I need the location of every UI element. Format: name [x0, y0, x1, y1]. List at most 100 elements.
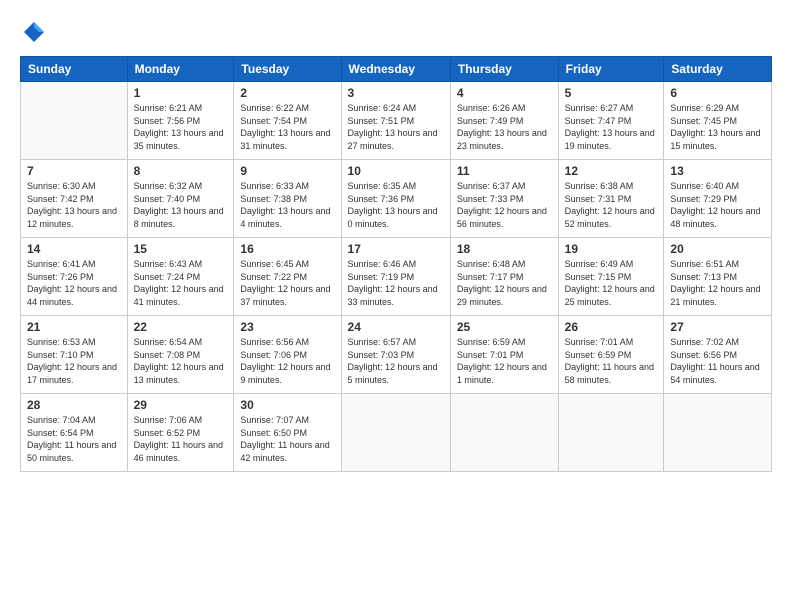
calendar-cell: 27 Sunrise: 7:02 AM Sunset: 6:56 PM Dayl…	[664, 316, 772, 394]
day-number: 6	[670, 86, 765, 100]
day-info: Sunrise: 6:51 AM Sunset: 7:13 PM Dayligh…	[670, 258, 765, 308]
calendar-cell: 5 Sunrise: 6:27 AM Sunset: 7:47 PM Dayli…	[558, 82, 664, 160]
day-number: 11	[457, 164, 552, 178]
day-info: Sunrise: 6:40 AM Sunset: 7:29 PM Dayligh…	[670, 180, 765, 230]
calendar-cell: 23 Sunrise: 6:56 AM Sunset: 7:06 PM Dayl…	[234, 316, 341, 394]
day-number: 7	[27, 164, 121, 178]
calendar-cell: 3 Sunrise: 6:24 AM Sunset: 7:51 PM Dayli…	[341, 82, 450, 160]
calendar-cell: 7 Sunrise: 6:30 AM Sunset: 7:42 PM Dayli…	[21, 160, 128, 238]
calendar-cell: 29 Sunrise: 7:06 AM Sunset: 6:52 PM Dayl…	[127, 394, 234, 472]
weekday-header-sunday: Sunday	[21, 57, 128, 82]
weekday-header-tuesday: Tuesday	[234, 57, 341, 82]
day-number: 8	[134, 164, 228, 178]
weekday-header-row: SundayMondayTuesdayWednesdayThursdayFrid…	[21, 57, 772, 82]
calendar-cell: 11 Sunrise: 6:37 AM Sunset: 7:33 PM Dayl…	[450, 160, 558, 238]
calendar-cell	[21, 82, 128, 160]
week-row-2: 7 Sunrise: 6:30 AM Sunset: 7:42 PM Dayli…	[21, 160, 772, 238]
day-number: 5	[565, 86, 658, 100]
calendar-cell	[450, 394, 558, 472]
day-number: 14	[27, 242, 121, 256]
day-info: Sunrise: 6:30 AM Sunset: 7:42 PM Dayligh…	[27, 180, 121, 230]
day-number: 10	[348, 164, 444, 178]
day-info: Sunrise: 6:29 AM Sunset: 7:45 PM Dayligh…	[670, 102, 765, 152]
calendar-cell: 19 Sunrise: 6:49 AM Sunset: 7:15 PM Dayl…	[558, 238, 664, 316]
day-number: 22	[134, 320, 228, 334]
day-info: Sunrise: 6:43 AM Sunset: 7:24 PM Dayligh…	[134, 258, 228, 308]
day-info: Sunrise: 6:54 AM Sunset: 7:08 PM Dayligh…	[134, 336, 228, 386]
calendar-cell: 21 Sunrise: 6:53 AM Sunset: 7:10 PM Dayl…	[21, 316, 128, 394]
day-number: 15	[134, 242, 228, 256]
calendar-cell: 9 Sunrise: 6:33 AM Sunset: 7:38 PM Dayli…	[234, 160, 341, 238]
day-info: Sunrise: 7:06 AM Sunset: 6:52 PM Dayligh…	[134, 414, 228, 464]
calendar-cell: 30 Sunrise: 7:07 AM Sunset: 6:50 PM Dayl…	[234, 394, 341, 472]
calendar-cell: 26 Sunrise: 7:01 AM Sunset: 6:59 PM Dayl…	[558, 316, 664, 394]
calendar-cell	[341, 394, 450, 472]
day-number: 2	[240, 86, 334, 100]
day-info: Sunrise: 6:32 AM Sunset: 7:40 PM Dayligh…	[134, 180, 228, 230]
calendar-cell: 17 Sunrise: 6:46 AM Sunset: 7:19 PM Dayl…	[341, 238, 450, 316]
day-number: 28	[27, 398, 121, 412]
day-number: 29	[134, 398, 228, 412]
day-number: 12	[565, 164, 658, 178]
day-info: Sunrise: 6:53 AM Sunset: 7:10 PM Dayligh…	[27, 336, 121, 386]
day-info: Sunrise: 7:04 AM Sunset: 6:54 PM Dayligh…	[27, 414, 121, 464]
weekday-header-saturday: Saturday	[664, 57, 772, 82]
week-row-4: 21 Sunrise: 6:53 AM Sunset: 7:10 PM Dayl…	[21, 316, 772, 394]
calendar-cell: 25 Sunrise: 6:59 AM Sunset: 7:01 PM Dayl…	[450, 316, 558, 394]
calendar-cell: 12 Sunrise: 6:38 AM Sunset: 7:31 PM Dayl…	[558, 160, 664, 238]
week-row-5: 28 Sunrise: 7:04 AM Sunset: 6:54 PM Dayl…	[21, 394, 772, 472]
day-info: Sunrise: 6:24 AM Sunset: 7:51 PM Dayligh…	[348, 102, 444, 152]
calendar-cell: 10 Sunrise: 6:35 AM Sunset: 7:36 PM Dayl…	[341, 160, 450, 238]
day-info: Sunrise: 6:21 AM Sunset: 7:56 PM Dayligh…	[134, 102, 228, 152]
day-info: Sunrise: 6:56 AM Sunset: 7:06 PM Dayligh…	[240, 336, 334, 386]
calendar-cell: 6 Sunrise: 6:29 AM Sunset: 7:45 PM Dayli…	[664, 82, 772, 160]
header	[20, 18, 772, 46]
day-info: Sunrise: 6:41 AM Sunset: 7:26 PM Dayligh…	[27, 258, 121, 308]
day-number: 23	[240, 320, 334, 334]
calendar-cell: 2 Sunrise: 6:22 AM Sunset: 7:54 PM Dayli…	[234, 82, 341, 160]
weekday-header-wednesday: Wednesday	[341, 57, 450, 82]
day-number: 21	[27, 320, 121, 334]
calendar-cell: 14 Sunrise: 6:41 AM Sunset: 7:26 PM Dayl…	[21, 238, 128, 316]
day-info: Sunrise: 6:45 AM Sunset: 7:22 PM Dayligh…	[240, 258, 334, 308]
day-info: Sunrise: 7:02 AM Sunset: 6:56 PM Dayligh…	[670, 336, 765, 386]
calendar-cell: 20 Sunrise: 6:51 AM Sunset: 7:13 PM Dayl…	[664, 238, 772, 316]
day-number: 27	[670, 320, 765, 334]
weekday-header-friday: Friday	[558, 57, 664, 82]
day-info: Sunrise: 6:49 AM Sunset: 7:15 PM Dayligh…	[565, 258, 658, 308]
calendar-cell: 1 Sunrise: 6:21 AM Sunset: 7:56 PM Dayli…	[127, 82, 234, 160]
calendar-cell: 4 Sunrise: 6:26 AM Sunset: 7:49 PM Dayli…	[450, 82, 558, 160]
day-info: Sunrise: 7:07 AM Sunset: 6:50 PM Dayligh…	[240, 414, 334, 464]
day-info: Sunrise: 6:37 AM Sunset: 7:33 PM Dayligh…	[457, 180, 552, 230]
calendar-cell: 15 Sunrise: 6:43 AM Sunset: 7:24 PM Dayl…	[127, 238, 234, 316]
weekday-header-thursday: Thursday	[450, 57, 558, 82]
day-info: Sunrise: 6:27 AM Sunset: 7:47 PM Dayligh…	[565, 102, 658, 152]
day-number: 13	[670, 164, 765, 178]
day-info: Sunrise: 7:01 AM Sunset: 6:59 PM Dayligh…	[565, 336, 658, 386]
page: SundayMondayTuesdayWednesdayThursdayFrid…	[0, 0, 792, 612]
weekday-header-monday: Monday	[127, 57, 234, 82]
calendar-table: SundayMondayTuesdayWednesdayThursdayFrid…	[20, 56, 772, 472]
logo	[20, 18, 52, 46]
calendar-cell: 28 Sunrise: 7:04 AM Sunset: 6:54 PM Dayl…	[21, 394, 128, 472]
calendar-cell: 24 Sunrise: 6:57 AM Sunset: 7:03 PM Dayl…	[341, 316, 450, 394]
week-row-3: 14 Sunrise: 6:41 AM Sunset: 7:26 PM Dayl…	[21, 238, 772, 316]
day-info: Sunrise: 6:57 AM Sunset: 7:03 PM Dayligh…	[348, 336, 444, 386]
day-number: 18	[457, 242, 552, 256]
calendar-cell: 8 Sunrise: 6:32 AM Sunset: 7:40 PM Dayli…	[127, 160, 234, 238]
calendar-cell: 22 Sunrise: 6:54 AM Sunset: 7:08 PM Dayl…	[127, 316, 234, 394]
day-number: 9	[240, 164, 334, 178]
day-number: 19	[565, 242, 658, 256]
calendar-cell: 13 Sunrise: 6:40 AM Sunset: 7:29 PM Dayl…	[664, 160, 772, 238]
day-info: Sunrise: 6:46 AM Sunset: 7:19 PM Dayligh…	[348, 258, 444, 308]
day-number: 16	[240, 242, 334, 256]
day-info: Sunrise: 6:48 AM Sunset: 7:17 PM Dayligh…	[457, 258, 552, 308]
day-number: 1	[134, 86, 228, 100]
day-number: 26	[565, 320, 658, 334]
week-row-1: 1 Sunrise: 6:21 AM Sunset: 7:56 PM Dayli…	[21, 82, 772, 160]
day-number: 20	[670, 242, 765, 256]
day-info: Sunrise: 6:38 AM Sunset: 7:31 PM Dayligh…	[565, 180, 658, 230]
calendar-cell: 16 Sunrise: 6:45 AM Sunset: 7:22 PM Dayl…	[234, 238, 341, 316]
day-number: 30	[240, 398, 334, 412]
calendar-cell	[558, 394, 664, 472]
